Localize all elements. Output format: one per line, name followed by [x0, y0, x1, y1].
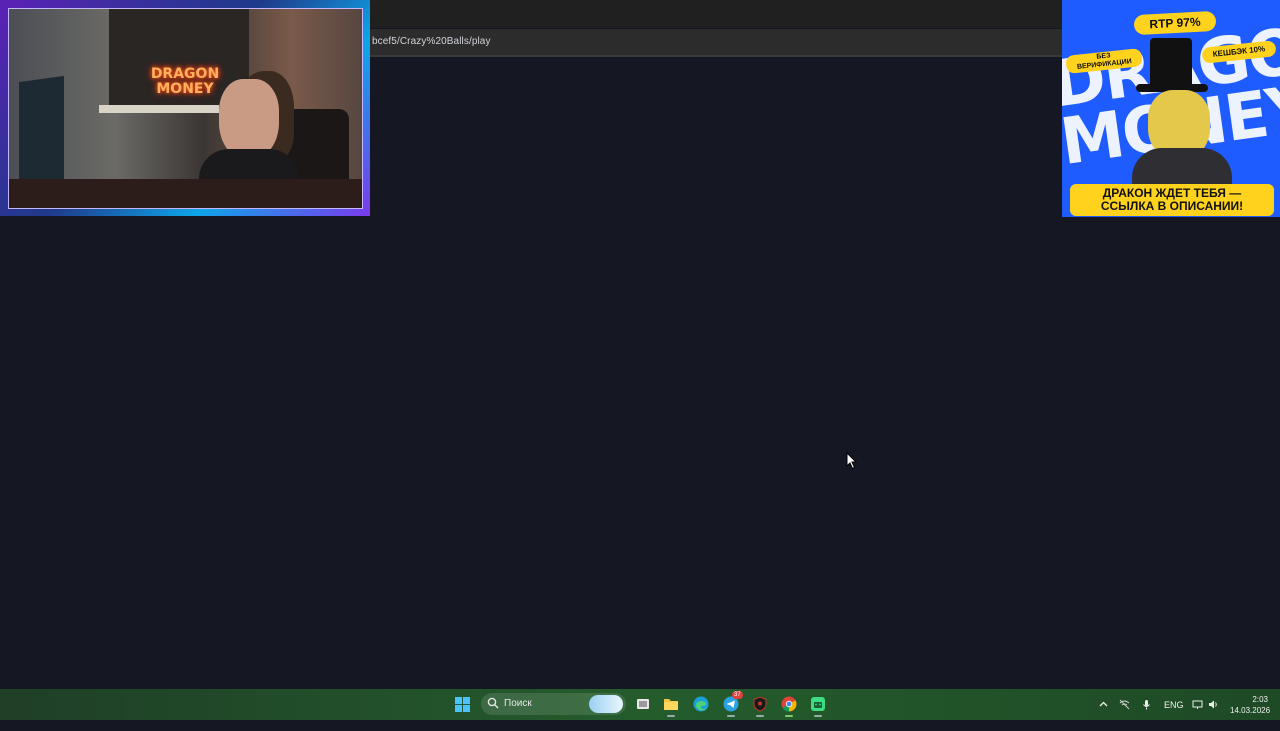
ad-banner: DRAGON MONEY RTP 97% КЕШБЭК 10% БЕЗ ВЕРИ…: [1062, 0, 1280, 217]
taskbar-app-file-explorer[interactable]: [662, 695, 680, 717]
running-indicator: [756, 715, 764, 717]
language-indicator[interactable]: ENG: [1164, 700, 1184, 731]
windows-start-icon[interactable]: [455, 697, 470, 712]
taskbar-app-chrome[interactable]: [780, 695, 798, 717]
clock-time: 2:03: [1252, 695, 1268, 704]
android-icon: [811, 697, 825, 711]
running-indicator: [785, 715, 793, 717]
chrome-icon: [781, 696, 797, 712]
microphone-icon[interactable]: [1141, 699, 1152, 710]
running-indicator: [814, 715, 822, 717]
url-text[interactable]: bcef5/Crazy%20Balls/play: [372, 36, 491, 47]
mouse-cursor-icon: [846, 452, 858, 470]
taskbar-search[interactable]: Поиск: [481, 693, 626, 715]
network-muted-icon[interactable]: [1119, 699, 1130, 710]
ad-caption: ДРАКОН ЖДЕТ ТЕБЯ — ССЫЛКА В ОПИСАНИИ!: [1070, 184, 1274, 216]
ad-caption-line2: ССЫЛКА В ОПИСАНИИ!: [1100, 199, 1244, 213]
search-icon: [487, 697, 499, 709]
webcam-shelf: [99, 105, 219, 113]
taskbar-app-telegram[interactable]: 37: [722, 691, 743, 717]
neon-sign: DRAGON MONEY: [150, 66, 220, 97]
taskbar-app-edge[interactable]: [692, 695, 710, 713]
taskbar: Поиск 37 ENG 2:03 14.03.2026: [0, 689, 1280, 720]
edge-icon: [693, 696, 709, 712]
search-placeholder: Поиск: [504, 698, 532, 709]
ad-top-hat: [1150, 38, 1192, 86]
webcam-overlay: DRAGON MONEY: [0, 0, 370, 216]
task-view-icon: [637, 699, 649, 709]
chevron-up-icon[interactable]: [1098, 699, 1109, 710]
volume-icon[interactable]: [1208, 699, 1219, 710]
telegram-badge: 37: [732, 691, 743, 699]
running-indicator: [667, 715, 675, 717]
taskbar-app-shield[interactable]: [751, 695, 769, 717]
running-indicator: [727, 715, 735, 717]
clock-date: 14.03.2026: [1230, 706, 1271, 715]
taskbar-app-task-view[interactable]: [634, 695, 652, 713]
display-icon[interactable]: [1192, 699, 1203, 710]
clock[interactable]: 2:03 14.03.2026: [1230, 694, 1271, 725]
shield-icon: [753, 696, 767, 712]
taskbar-app-android[interactable]: [809, 695, 827, 717]
webcam-person-head: [219, 79, 279, 159]
folder-icon: [664, 699, 678, 710]
ad-rtp-badge: RTP 97%: [1133, 10, 1217, 36]
search-highlight-illustration: [589, 695, 623, 713]
webcam-desk: [9, 179, 362, 208]
webcam-feed: DRAGON MONEY: [8, 8, 363, 209]
